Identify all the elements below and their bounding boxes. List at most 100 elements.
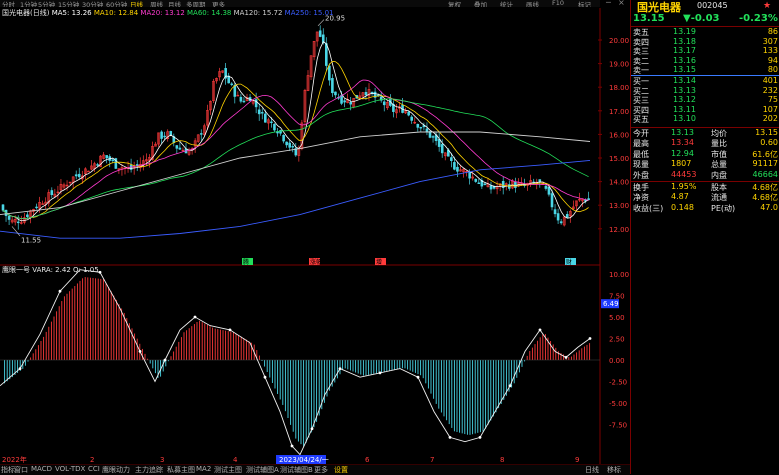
stat-label: 现量 bbox=[633, 160, 649, 170]
indicator-axis-label: -5.00 bbox=[609, 400, 627, 408]
indicator-tab[interactable]: VOL-TDX bbox=[55, 465, 85, 473]
candle-body bbox=[273, 123, 276, 131]
candle-body bbox=[160, 131, 163, 139]
timeframe-tab[interactable]: 分时 bbox=[2, 0, 15, 7]
oscillator-dot bbox=[98, 270, 102, 274]
date-axis-label: 2022年 bbox=[2, 455, 27, 464]
stat-value: 13.13 bbox=[671, 128, 694, 137]
stat-label: 内盘 bbox=[711, 170, 727, 180]
candle-body bbox=[242, 100, 246, 103]
candle-body bbox=[254, 99, 258, 108]
event-marker[interactable]: 财 bbox=[566, 258, 572, 266]
stat-label: 流通 bbox=[711, 193, 727, 203]
indicator-chart[interactable]: 鹰眼一号 VARA: 2.42 Q: 1.05 10.00 7.50 5.00 2.5… bbox=[0, 266, 630, 464]
oscillator-dot bbox=[163, 358, 167, 362]
oscillator-dot bbox=[448, 436, 452, 439]
candle-body bbox=[425, 128, 429, 132]
candle-body bbox=[199, 133, 203, 135]
event-marker[interactable]: 增 bbox=[376, 258, 382, 266]
candle-body bbox=[318, 30, 322, 37]
alert-star-icon[interactable]: ★ bbox=[763, 1, 771, 11]
chart-tool-tab[interactable]: F10 bbox=[552, 0, 564, 7]
candle-body bbox=[178, 147, 182, 150]
stat-label: 量比 bbox=[711, 139, 727, 149]
candle-body bbox=[556, 213, 560, 221]
close-icon[interactable]: × bbox=[618, 0, 625, 7]
candle-body bbox=[453, 162, 456, 170]
order-price: 13.18 bbox=[673, 36, 696, 46]
timeframe-tab[interactable]: 更多 bbox=[212, 0, 225, 7]
indicator-current-value: 6.49 bbox=[603, 300, 619, 308]
order-price: 13.16 bbox=[673, 55, 696, 65]
stat-value: 0.60 bbox=[760, 138, 778, 148]
indicator-tab[interactable]: CCI bbox=[88, 465, 100, 473]
stat-value: 4.68亿 bbox=[752, 193, 778, 203]
stat-label: 市值 bbox=[711, 149, 727, 159]
order-level-label: 买五 bbox=[633, 115, 649, 125]
price-axis-label: 17.00 bbox=[609, 108, 629, 116]
candle-body bbox=[410, 116, 414, 121]
quote-change-pct: -0.23% bbox=[739, 13, 778, 24]
ma-legend-item: MA250: 15.01 bbox=[282, 9, 334, 17]
order-price: 13.13 bbox=[673, 85, 696, 95]
order-book-row[interactable]: 买五 13.10 202 bbox=[631, 114, 779, 126]
indicator-tab[interactable]: MACD bbox=[31, 465, 52, 473]
chart-tool-tab[interactable]: 叠加 bbox=[474, 0, 487, 7]
candle-body bbox=[474, 178, 478, 182]
timeframe-tab[interactable]: 15分钟 bbox=[58, 0, 79, 7]
timeframe-tab[interactable]: 日线 bbox=[130, 0, 143, 7]
order-volume: 94 bbox=[767, 55, 778, 65]
candle-body bbox=[1, 204, 5, 211]
ma-legend-item: MA120: 15.72 bbox=[231, 9, 283, 17]
order-volume: 202 bbox=[762, 114, 778, 124]
price-axis-label: 12.00 bbox=[609, 226, 629, 234]
quote-change: ▼-0.03 bbox=[683, 13, 720, 24]
indicator-tab[interactable]: MA2 bbox=[196, 465, 211, 473]
timeframe-tab[interactable]: 月线 bbox=[168, 0, 181, 7]
stat-value: 0.148 bbox=[671, 202, 694, 212]
timeframe-tab[interactable]: 60分钟 bbox=[106, 0, 127, 7]
date-axis-label: 2 bbox=[90, 456, 94, 464]
oscillator-dot bbox=[193, 315, 197, 319]
stat-value: 13.15 bbox=[755, 128, 778, 137]
oscillator-dot bbox=[310, 427, 314, 431]
candle-body bbox=[135, 164, 139, 166]
timeframe-tab[interactable]: 5分钟 bbox=[38, 0, 55, 7]
ma-legend-item: MA60: 14.38 bbox=[184, 9, 232, 17]
timeframe-tab[interactable]: 1分钟 bbox=[20, 0, 37, 7]
stat-label: 净资 bbox=[633, 193, 649, 203]
price-axis-label: 18.00 bbox=[609, 84, 629, 92]
order-price: 13.15 bbox=[673, 65, 696, 75]
chart-tool-tab[interactable]: 标记 bbox=[578, 0, 591, 7]
timeframe-tab[interactable]: 周线 bbox=[150, 0, 163, 7]
order-volume: 307 bbox=[762, 36, 778, 46]
candle-body bbox=[288, 142, 292, 148]
event-marker[interactable]: 腾 bbox=[243, 258, 249, 266]
indicator-background bbox=[0, 266, 630, 464]
candle-body bbox=[324, 43, 328, 66]
candle-body bbox=[550, 193, 554, 208]
stat-value: 46664 bbox=[752, 169, 778, 179]
chart-tool-tab[interactable]: 统计 bbox=[500, 0, 513, 7]
order-price: 13.12 bbox=[673, 95, 696, 105]
main-kline-chart[interactable]: 国光电器(日线) MA5: 13.26 MA10: 12.84 MA20: 13… bbox=[0, 8, 630, 266]
chart-tool-tab[interactable]: 复权 bbox=[448, 0, 461, 7]
minimize-icon[interactable]: ─ bbox=[606, 0, 611, 7]
order-volume: 107 bbox=[762, 104, 778, 114]
date-axis-label: 6 bbox=[365, 456, 370, 464]
oscillator-dot bbox=[508, 384, 512, 388]
date-axis-label: 8 bbox=[500, 456, 504, 464]
oscillator-dot bbox=[263, 375, 267, 379]
timeframe-tab[interactable]: 多周期 bbox=[186, 0, 206, 7]
order-price: 13.17 bbox=[673, 46, 696, 56]
candle-body bbox=[105, 155, 108, 159]
candle-body bbox=[364, 92, 368, 96]
candle-body bbox=[285, 141, 288, 146]
stat-label: PE(动) bbox=[711, 203, 736, 213]
ma-legend-item: MA20: 13.12 bbox=[138, 9, 185, 17]
order-price: 13.10 bbox=[673, 114, 696, 124]
event-marker[interactable]: 涨幅 bbox=[310, 258, 322, 266]
chart-tool-tab[interactable]: 画线 bbox=[526, 0, 539, 7]
candle-body bbox=[74, 174, 78, 177]
timeframe-tab[interactable]: 30分钟 bbox=[82, 0, 103, 7]
